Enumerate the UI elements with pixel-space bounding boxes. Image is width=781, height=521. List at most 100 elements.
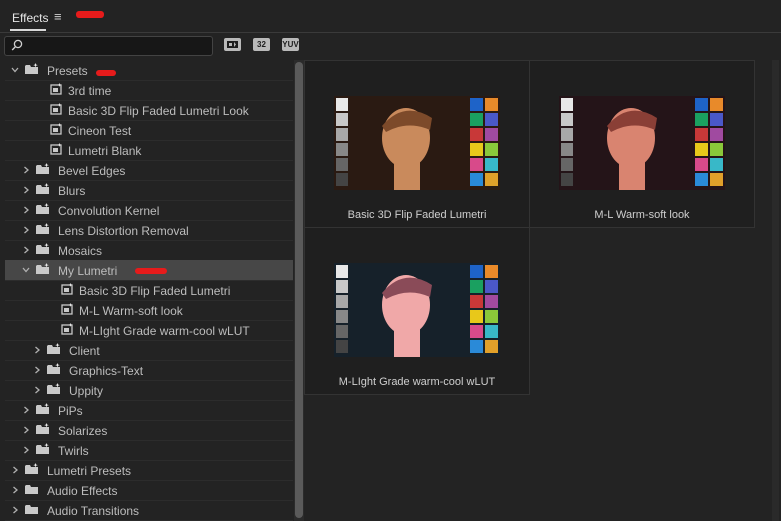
preset-gallery: Basic 3D Flip Faded Lumetri M-L Warm-soft… (304, 60, 770, 521)
gallery-scrollbar[interactable] (772, 60, 779, 521)
preset-card-label: M-L Warm-soft look (594, 209, 690, 221)
tree-item-label: Blurs (58, 184, 86, 198)
effects-tree: Presets 3rd time Basic 3D Flip Faded Lumet… (5, 60, 294, 521)
folder-row[interactable]: Lumetri Presets (5, 460, 293, 481)
chevron-right-icon[interactable] (22, 226, 30, 234)
tree-item-label: My Lumetri (58, 264, 118, 278)
tree-item-label: Presets (47, 64, 88, 78)
tree-item-label: Basic 3D Flip Faded Lumetri Look (68, 104, 249, 118)
preset-icon (61, 283, 73, 295)
tree-item-label: Convolution Kernel (58, 204, 160, 218)
chevron-right-icon[interactable] (33, 386, 41, 394)
preset-icon (61, 323, 73, 335)
folder-icon (25, 505, 38, 514)
panel-title[interactable]: Effects (12, 11, 48, 25)
panel-menu-icon[interactable]: ≡ (54, 9, 62, 24)
folder-row[interactable]: Bevel Edges (5, 160, 293, 181)
chevron-right-icon[interactable] (22, 186, 30, 194)
folder-row[interactable]: Blurs (5, 180, 293, 201)
preset-icon (50, 123, 62, 135)
chevron-right-icon[interactable] (22, 426, 30, 434)
preset-folder-icon (36, 443, 49, 454)
chevron-right-icon[interactable] (11, 486, 19, 494)
chevron-right-icon[interactable] (11, 466, 19, 474)
preset-folder-icon (36, 223, 49, 234)
redaction-mark (135, 268, 167, 274)
search-input[interactable] (4, 36, 213, 56)
tree-item-label: 3rd time (68, 84, 112, 98)
preset-card[interactable]: M-LIght Grade warm-cool wLUT (304, 227, 530, 395)
preset-row[interactable]: M-L Warm-soft look (5, 300, 293, 321)
folder-row[interactable]: Lens Distortion Removal (5, 220, 293, 241)
chevron-right-icon[interactable] (22, 246, 30, 254)
chevron-right-icon[interactable] (11, 506, 19, 514)
preset-icon (50, 143, 62, 155)
tree-item-label: Lumetri Blank (68, 144, 142, 158)
chevron-right-icon[interactable] (33, 346, 41, 354)
folder-row[interactable]: Mosaics (5, 240, 293, 261)
chevron-down-icon[interactable] (22, 266, 30, 274)
folder-row[interactable]: Graphics-Text (5, 360, 293, 381)
chevron-right-icon[interactable] (33, 366, 41, 374)
chevron-down-icon[interactable] (11, 66, 19, 74)
preset-folder-icon (47, 363, 60, 374)
preset-row[interactable]: Basic 3D Flip Faded Lumetri Look (5, 100, 293, 121)
tree-scrollbar-thumb[interactable] (295, 62, 303, 518)
preset-card[interactable]: Basic 3D Flip Faded Lumetri (304, 60, 530, 228)
tree-item-label: Bevel Edges (58, 164, 126, 178)
panel-header: Effects ≡ (0, 0, 781, 33)
folder-row[interactable]: Twirls (5, 440, 293, 461)
chevron-right-icon[interactable] (22, 446, 30, 454)
folder-row[interactable]: Solarizes (5, 420, 293, 441)
preset-folder-icon (25, 463, 38, 474)
32-bit-filter-button[interactable]: 32 (253, 38, 270, 51)
preset-icon (50, 103, 62, 115)
tree-item-label: Cineon Test (68, 124, 132, 138)
preset-row[interactable]: 3rd time (5, 80, 293, 101)
chevron-right-icon[interactable] (22, 406, 30, 414)
folder-icon (25, 485, 38, 494)
preset-folder-icon (36, 203, 49, 214)
tree-item-label: M-LIght Grade warm-cool wLUT (79, 324, 250, 338)
preset-folder-icon (36, 403, 49, 414)
tree-item-label: Twirls (58, 444, 89, 458)
preset-row[interactable]: Basic 3D Flip Faded Lumetri (5, 280, 293, 301)
32-bit-label: 32 (257, 40, 266, 49)
yuv-filter-button[interactable]: YUV (282, 38, 299, 51)
accelerated-effects-filter-button[interactable] (224, 38, 241, 51)
preset-folder-icon (36, 163, 49, 174)
active-tab-underline (10, 29, 46, 31)
preset-folder-icon (36, 183, 49, 194)
preset-row[interactable]: M-LIght Grade warm-cool wLUT (5, 320, 293, 341)
folder-row[interactable]: Uppity (5, 380, 293, 401)
tree-item-label: PiPs (58, 404, 83, 418)
preset-card-label: Basic 3D Flip Faded Lumetri (347, 209, 487, 221)
preset-row[interactable]: Cineon Test (5, 120, 293, 141)
tree-item-label: Audio Transitions (47, 504, 140, 518)
folder-row[interactable]: Client (5, 340, 293, 361)
folder-row[interactable]: Audio Transitions (5, 500, 293, 521)
preset-folder-icon (47, 343, 60, 354)
preset-folder-icon (47, 383, 60, 394)
chevron-right-icon[interactable] (22, 206, 30, 214)
preset-card[interactable]: M-L Warm-soft look (529, 60, 755, 228)
preset-icon (61, 303, 73, 315)
effects-toolbar: 32 YUV (0, 33, 781, 59)
tree-item-label: Lumetri Presets (47, 464, 132, 478)
preset-folder-icon (36, 263, 49, 274)
tree-item-label: Solarizes (58, 424, 108, 438)
folder-row[interactable]: Convolution Kernel (5, 200, 293, 221)
tree-item-label: M-L Warm-soft look (79, 304, 183, 318)
search-icon (11, 39, 23, 51)
tree-scrollbar[interactable] (294, 60, 304, 521)
redaction-mark (76, 11, 104, 18)
preset-folder-icon (36, 423, 49, 434)
preset-card-label: M-LIght Grade warm-cool wLUT (338, 376, 496, 388)
folder-row[interactable]: PiPs (5, 400, 293, 421)
chevron-right-icon[interactable] (22, 166, 30, 174)
tree-item-label: Basic 3D Flip Faded Lumetri (79, 284, 231, 298)
preset-folder-icon (25, 63, 38, 74)
preset-row[interactable]: Lumetri Blank (5, 140, 293, 161)
folder-row[interactable]: Audio Effects (5, 480, 293, 501)
folder-row[interactable]: Presets (5, 60, 293, 81)
